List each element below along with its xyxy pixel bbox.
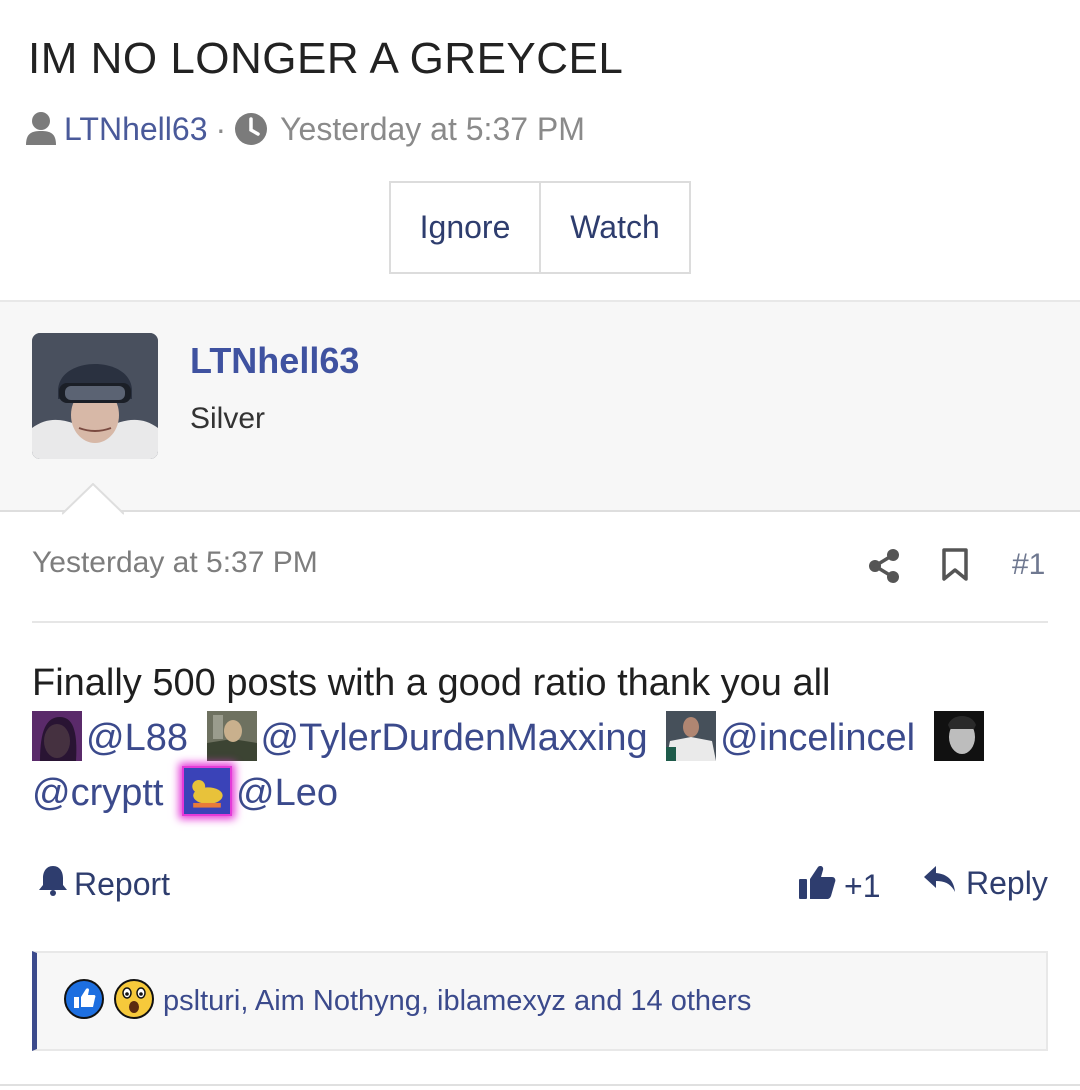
reply-label: Reply xyxy=(966,864,1048,901)
thumbs-up-icon xyxy=(798,864,836,908)
like-reaction-icon xyxy=(63,978,105,1025)
reactions-summary[interactable]: pslturi, Aim Nothyng, iblamexyz and 14 o… xyxy=(163,985,751,1018)
mention-avatar-incelincel xyxy=(666,711,717,761)
ignore-button[interactable]: Ignore xyxy=(391,183,539,272)
avatar[interactable] xyxy=(32,333,158,459)
like-count: +1 xyxy=(844,867,881,904)
post-date-link[interactable]: Yesterday at 5:37 PM xyxy=(32,546,318,580)
bookmark-icon[interactable] xyxy=(941,548,969,587)
thread-author-link[interactable]: LTNhell63 xyxy=(64,111,207,148)
mention-avatar-leo xyxy=(182,766,233,816)
post-body: Finally 500 posts with a good ratio than… xyxy=(32,656,1048,821)
mention-link-cryptt[interactable]: @cryptt xyxy=(32,772,163,814)
user-rank: Silver xyxy=(190,402,266,435)
post-number-link[interactable]: #1 xyxy=(1012,548,1045,582)
wow-reaction-icon xyxy=(113,978,155,1025)
mention-avatar-l88 xyxy=(32,711,82,761)
panel-pointer xyxy=(61,482,125,520)
like-button[interactable]: +1 xyxy=(798,864,880,908)
reply-icon xyxy=(922,864,956,902)
reactions-bar[interactable]: pslturi, Aim Nothyng, iblamexyz and 14 o… xyxy=(32,951,1048,1051)
report-label: Report xyxy=(74,865,171,902)
user-icon xyxy=(26,111,56,147)
mention-link-incelincel[interactable]: @incelincel xyxy=(720,717,915,759)
post-username-link[interactable]: LTNhell63 xyxy=(190,340,359,382)
clock-icon xyxy=(234,112,268,146)
post-text: Finally 500 posts with a good ratio than… xyxy=(32,662,831,704)
mention-link-l88[interactable]: @L88 xyxy=(86,717,188,759)
mention-link-tylerdurdenmaxxing[interactable]: @TylerDurdenMaxxing xyxy=(261,717,648,759)
meta-separator: · xyxy=(215,110,227,147)
share-icon[interactable] xyxy=(867,548,901,589)
mention-avatar-tylerdurden xyxy=(206,711,257,761)
post-divider xyxy=(32,621,1048,623)
bell-icon xyxy=(38,864,68,904)
report-button[interactable]: Report xyxy=(38,864,170,904)
thread-date[interactable]: Yesterday at 5:37 PM xyxy=(280,111,585,148)
thread-title: IM NO LONGER A GREYCEL xyxy=(28,34,624,83)
post-user-panel xyxy=(0,300,1080,512)
mention-link-leo[interactable]: @Leo xyxy=(236,772,338,814)
reply-button[interactable]: Reply xyxy=(922,864,1048,902)
thread-meta: LTNhell63 · Yesterday at 5:37 PM xyxy=(26,108,585,150)
mention-avatar-cryptt xyxy=(933,711,984,761)
watch-button[interactable]: Watch xyxy=(539,183,689,272)
thread-actions: Ignore Watch xyxy=(389,181,691,274)
bottom-divider xyxy=(0,1084,1080,1086)
